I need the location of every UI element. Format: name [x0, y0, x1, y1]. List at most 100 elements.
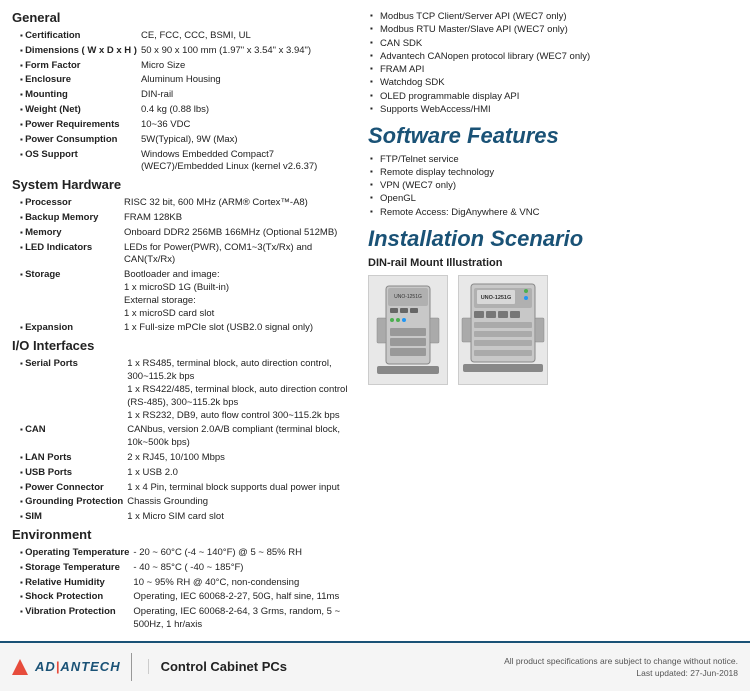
spec-label: Power Consumption	[12, 133, 139, 148]
spec-label: LED Indicators	[12, 241, 122, 269]
list-item: FTP/Telnet service	[368, 153, 738, 166]
table-row: Form FactorMicro Size	[12, 59, 352, 74]
list-item: CAN SDK	[368, 37, 738, 50]
device-image-left: UNO-1251G	[368, 275, 448, 385]
table-row: OS SupportWindows Embedded Compact7 (WEC…	[12, 148, 352, 176]
list-item: Remote display technology	[368, 166, 738, 179]
environment-section: Environment Operating Temperature- 20 ~ …	[12, 527, 352, 633]
spec-value: 50 x 90 x 100 mm (1.97" x 3.54" x 3.94")	[139, 44, 352, 59]
spec-label: Dimensions ( W x D x H )	[12, 44, 139, 59]
spec-value: 10~36 VDC	[139, 118, 352, 133]
spec-value: RISC 32 bit, 600 MHz (ARM® Cortex™-A8)	[122, 196, 352, 211]
table-row: Power Requirements10~36 VDC	[12, 118, 352, 133]
spec-label: Power Requirements	[12, 118, 139, 133]
list-item: Watchdog SDK	[368, 76, 738, 89]
spec-label: Storage	[12, 268, 122, 321]
table-row: LED IndicatorsLEDs for Power(PWR), COM1~…	[12, 241, 352, 269]
spec-value: 1 x RS485, terminal block, auto directio…	[125, 357, 352, 423]
list-item: OLED programmable display API	[368, 90, 738, 103]
footer-notice: All product specifications are subject t…	[504, 656, 738, 666]
device-image-right: UNO-1251G	[458, 275, 548, 385]
io-interfaces-title: I/O Interfaces	[12, 338, 352, 353]
spec-value: 10 ~ 95% RH @ 40°C, non-condensing	[131, 576, 352, 591]
din-rail-subtitle: DIN-rail Mount Illustration	[368, 257, 738, 269]
table-row: Serial Ports1 x RS485, terminal block, a…	[12, 357, 352, 423]
spec-label: Power Connector	[12, 481, 125, 496]
spec-label: Memory	[12, 226, 122, 241]
spec-label: Vibration Protection	[12, 605, 131, 633]
table-row: Operating Temperature- 20 ~ 60°C (-4 ~ 1…	[12, 546, 352, 561]
table-row: MemoryOnboard DDR2 256MB 166MHz (Optiona…	[12, 226, 352, 241]
software-bullets-list: FTP/Telnet serviceRemote display technol…	[368, 153, 738, 219]
software-features-title: Software Features	[368, 124, 738, 148]
table-row: MountingDIN-rail	[12, 88, 352, 103]
svg-text:UNO-1251G: UNO-1251G	[481, 295, 512, 301]
api-bullets-list: Modbus TCP Client/Server API (WEC7 only)…	[368, 10, 738, 116]
spec-value: CE, FCC, CCC, BSMI, UL	[139, 29, 352, 44]
spec-label: USB Ports	[12, 466, 125, 481]
spec-label: Weight (Net)	[12, 103, 139, 118]
footer: AD|ANTECH Control Cabinet PCs All produc…	[0, 641, 750, 691]
list-item: Modbus RTU Master/Slave API (WEC7 only)	[368, 23, 738, 36]
environment-title: Environment	[12, 527, 352, 542]
table-row: Power Consumption5W(Typical), 9W (Max)	[12, 133, 352, 148]
system-hardware-title: System Hardware	[12, 177, 352, 192]
list-item: OpenGL	[368, 192, 738, 205]
environment-table: Operating Temperature- 20 ~ 60°C (-4 ~ 1…	[12, 546, 352, 633]
spec-value: CANbus, version 2.0A/B compliant (termin…	[125, 423, 352, 451]
list-item: Modbus TCP Client/Server API (WEC7 only)	[368, 10, 738, 23]
spec-label: OS Support	[12, 148, 139, 176]
spec-value: LEDs for Power(PWR), COM1~3(Tx/Rx) and C…	[122, 241, 352, 269]
right-column: Modbus TCP Client/Server API (WEC7 only)…	[368, 10, 738, 635]
system-hardware-section: System Hardware ProcessorRISC 32 bit, 60…	[12, 177, 352, 336]
spec-value: FRAM 128KB	[122, 211, 352, 226]
spec-value: Aluminum Housing	[139, 73, 352, 88]
io-interfaces-section: I/O Interfaces Serial Ports1 x RS485, te…	[12, 338, 352, 525]
spec-value: Onboard DDR2 256MB 166MHz (Optional 512M…	[122, 226, 352, 241]
spec-value: 1 x Full-size mPCIe slot (USB2.0 signal …	[122, 321, 352, 336]
list-item: FRAM API	[368, 63, 738, 76]
footer-product-title: Control Cabinet PCs	[148, 659, 287, 674]
spec-value: 1 x USB 2.0	[125, 466, 352, 481]
system-hardware-table: ProcessorRISC 32 bit, 600 MHz (ARM® Cort…	[12, 196, 352, 336]
table-row: USB Ports1 x USB 2.0	[12, 466, 352, 481]
io-interfaces-table: Serial Ports1 x RS485, terminal block, a…	[12, 357, 352, 525]
footer-logo: AD|ANTECH	[12, 659, 121, 675]
software-features-section: Software Features FTP/Telnet serviceRemo…	[368, 124, 738, 219]
footer-main-row: AD|ANTECH Control Cabinet PCs All produc…	[12, 648, 738, 686]
table-row: SIM1 x Micro SIM card slot	[12, 510, 352, 525]
spec-label: Mounting	[12, 88, 139, 103]
spec-value: DIN-rail	[139, 88, 352, 103]
installation-scenario-section: Installation Scenario DIN-rail Mount Ill…	[368, 227, 738, 385]
spec-label: Processor	[12, 196, 122, 211]
table-row: Expansion1 x Full-size mPCIe slot (USB2.…	[12, 321, 352, 336]
spec-label: CAN	[12, 423, 125, 451]
table-row: CANCANbus, version 2.0A/B compliant (ter…	[12, 423, 352, 451]
spec-label: Relative Humidity	[12, 576, 131, 591]
general-title: General	[12, 10, 352, 25]
list-item: Remote Access: DigAnywhere & VNC	[368, 206, 738, 219]
table-row: Power Connector1 x 4 Pin, terminal block…	[12, 481, 352, 496]
spec-label: Certification	[12, 29, 139, 44]
spec-label: Storage Temperature	[12, 561, 131, 576]
spec-label: Operating Temperature	[12, 546, 131, 561]
spec-label: Form Factor	[12, 59, 139, 74]
spec-label: Shock Protection	[12, 590, 131, 605]
table-row: EnclosureAluminum Housing	[12, 73, 352, 88]
table-row: Dimensions ( W x D x H )50 x 90 x 100 mm…	[12, 44, 352, 59]
spec-value: Operating, IEC 60068-2-64, 3 Grms, rando…	[131, 605, 352, 633]
table-row: Backup MemoryFRAM 128KB	[12, 211, 352, 226]
spec-value: Micro Size	[139, 59, 352, 74]
spec-value: Bootloader and image: 1 x microSD 1G (Bu…	[122, 268, 352, 321]
table-row: Relative Humidity10 ~ 95% RH @ 40°C, non…	[12, 576, 352, 591]
table-row: LAN Ports2 x RJ45, 10/100 Mbps	[12, 451, 352, 466]
footer-last-updated: Last updated: 27-Jun-2018	[636, 668, 738, 678]
general-table: CertificationCE, FCC, CCC, BSMI, ULDimen…	[12, 29, 352, 175]
list-item: Supports WebAccess/HMI	[368, 103, 738, 116]
spec-value: - 20 ~ 60°C (-4 ~ 140°F) @ 5 ~ 85% RH	[131, 546, 352, 561]
table-row: Weight (Net)0.4 kg (0.88 lbs)	[12, 103, 352, 118]
table-row: Grounding ProtectionChassis Grounding	[12, 495, 352, 510]
spec-value: 5W(Typical), 9W (Max)	[139, 133, 352, 148]
spec-label: LAN Ports	[12, 451, 125, 466]
installation-scenario-title: Installation Scenario	[368, 227, 738, 251]
